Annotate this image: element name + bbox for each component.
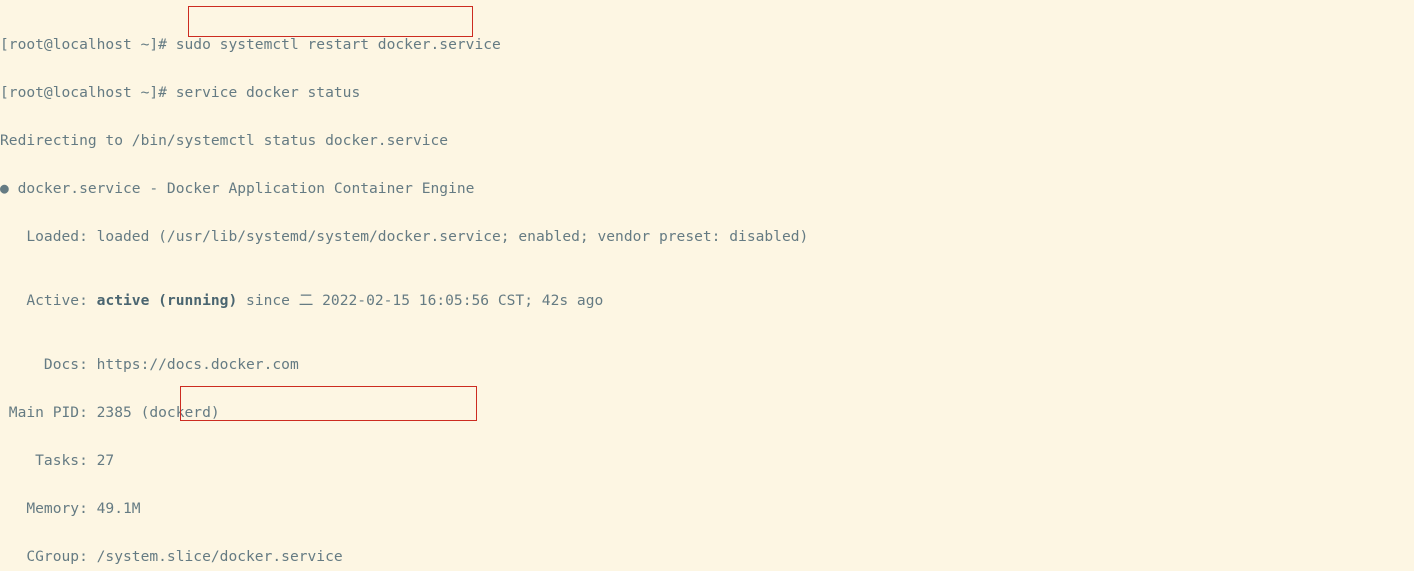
- terminal-line-unit-title: ● docker.service - Docker Application Co…: [0, 181, 475, 197]
- terminal-line-docs: Docs: https://docs.docker.com: [0, 357, 299, 373]
- terminal-line-tasks: Tasks: 27: [0, 453, 115, 469]
- active-since: since 二 2022-02-15 16:05:56 CST; 42s ago: [237, 293, 604, 309]
- terminal-line-active: Active: active (running) since 二 2022-02…: [0, 293, 1414, 309]
- terminal-line-main-pid: Main PID: 2385 (dockerd): [0, 405, 220, 421]
- active-state: active (running): [96, 293, 238, 309]
- terminal-window[interactable]: [root@localhost ~]# sudo systemctl resta…: [0, 0, 1414, 571]
- terminal-line-cgroup: CGroup: /system.slice/docker.service: [0, 549, 343, 565]
- terminal-line-cmd-restart: [root@localhost ~]# sudo systemctl resta…: [0, 37, 501, 53]
- terminal-output: [root@localhost ~]# sudo systemctl resta…: [0, 0, 1414, 571]
- terminal-line-cmd-status: [root@localhost ~]# service docker statu…: [0, 85, 361, 101]
- active-label: Active:: [0, 293, 97, 309]
- terminal-line-loaded: Loaded: loaded (/usr/lib/systemd/system/…: [0, 229, 809, 245]
- terminal-line-redirect: Redirecting to /bin/systemctl status doc…: [0, 133, 449, 149]
- terminal-line-memory: Memory: 49.1M: [0, 501, 141, 517]
